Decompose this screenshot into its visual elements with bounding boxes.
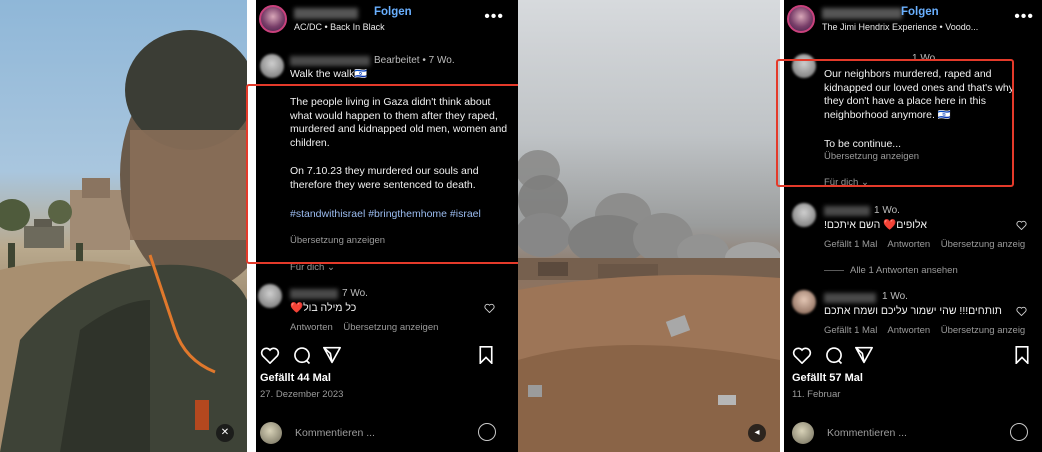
audio-track[interactable]: AC/DC • Back In Black xyxy=(294,22,474,32)
comment-text-1: אלופים❤️ השם איתכם! xyxy=(824,219,927,231)
smoke-explosion-photo: ◂ xyxy=(518,0,780,452)
commenter-name-redacted[interactable] xyxy=(290,289,338,299)
save-icon[interactable] xyxy=(1014,346,1030,364)
share-icon[interactable] xyxy=(854,346,874,364)
own-avatar xyxy=(260,422,282,444)
reply-link-2[interactable]: Antworten xyxy=(887,325,930,336)
soldier-selfie-photo: ✕ xyxy=(0,0,247,452)
comment-icon[interactable] xyxy=(824,346,844,366)
comment-translate-link[interactable]: Übersetzung anzeigen xyxy=(343,322,438,333)
replies-divider xyxy=(824,270,844,271)
save-icon[interactable] xyxy=(478,346,494,364)
comment-like-icon[interactable] xyxy=(484,303,495,313)
commenter-avatar-1[interactable] xyxy=(792,203,816,227)
view-replies-link[interactable]: Alle 1 Antworten ansehen xyxy=(850,265,958,276)
username-redacted[interactable] xyxy=(822,8,902,19)
comment-input[interactable]: Kommentieren ... xyxy=(827,427,907,439)
post-header: Folgen The Jimi Hendrix Experience • Voo… xyxy=(784,0,1042,40)
emoji-icon[interactable] xyxy=(1010,423,1028,441)
comment-actions-2: Gefällt 1 Mal Antworten Übersetzung anze… xyxy=(824,325,1025,336)
follow-button[interactable]: Folgen xyxy=(901,6,939,18)
comment-like-icon-2[interactable] xyxy=(1016,306,1027,316)
own-avatar xyxy=(792,422,814,444)
comment-age: 7 Wo. xyxy=(342,288,368,299)
like-icon[interactable] xyxy=(792,346,812,364)
action-icons xyxy=(792,346,1032,366)
comment-age-1: 1 Wo. xyxy=(874,205,900,216)
comment-actions: Antworten Übersetzung anzeigen xyxy=(290,322,438,333)
like-icon[interactable] xyxy=(260,346,280,364)
comment-translate-link-2[interactable]: Übersetzung anzeig xyxy=(941,325,1026,336)
soldier-selfie-illustration xyxy=(0,30,247,452)
comment-text-2: תותחים!!! שהי ישמור עליכם ושמח אתכם xyxy=(824,305,1002,317)
audio-track[interactable]: The Jimi Hendrix Experience • Voodo... xyxy=(822,22,1012,32)
smoke-illustration xyxy=(518,150,780,452)
commenter-name-redacted-1[interactable] xyxy=(824,206,870,216)
comment-like-icon-1[interactable] xyxy=(1016,220,1027,230)
highlight-box-right xyxy=(776,59,1014,187)
username-redacted[interactable] xyxy=(294,8,358,19)
caption-avatar[interactable] xyxy=(260,54,284,78)
commenter-avatar[interactable] xyxy=(258,284,282,308)
comment-actions-1: Gefällt 1 Mal Antworten Übersetzung anze… xyxy=(824,239,1025,250)
commenter-name-redacted-2[interactable] xyxy=(824,293,876,303)
commenter-avatar-2[interactable] xyxy=(792,290,816,314)
profile-avatar[interactable] xyxy=(787,5,815,33)
mute-icon[interactable]: ◂ xyxy=(748,424,766,442)
caption-meta: Bearbeitet • 7 Wo. xyxy=(374,55,455,66)
action-icons xyxy=(260,346,500,366)
comment-icon[interactable] xyxy=(292,346,312,366)
profile-avatar[interactable] xyxy=(259,5,287,33)
caption-username-redacted[interactable] xyxy=(290,56,370,66)
post-date: 27. Dezember 2023 xyxy=(260,389,344,400)
comment-age-2: 1 Wo. xyxy=(882,291,908,302)
reply-link[interactable]: Antworten xyxy=(290,322,333,333)
comment-text: כל מילה בול❤️ xyxy=(290,302,357,314)
more-options-icon[interactable]: ••• xyxy=(1014,8,1034,26)
emoji-icon[interactable] xyxy=(478,423,496,441)
comment-translate-link-1[interactable]: Übersetzung anzeig xyxy=(941,239,1026,250)
more-options-icon[interactable]: ••• xyxy=(484,8,504,26)
comment-input[interactable]: Kommentieren ... xyxy=(295,427,375,439)
comment-bar: Kommentieren ... xyxy=(260,421,500,444)
comment-likes-1[interactable]: Gefällt 1 Mal xyxy=(824,239,877,250)
share-icon[interactable] xyxy=(322,346,342,364)
reply-link-1[interactable]: Antworten xyxy=(887,239,930,250)
post-date: 11. Februar xyxy=(792,389,841,400)
highlight-box-left xyxy=(246,84,521,264)
caption-first-line: Walk the walk🇮🇱 xyxy=(290,68,368,80)
mute-icon[interactable]: ✕ xyxy=(216,424,234,442)
follow-button[interactable]: Folgen xyxy=(374,6,412,18)
post-header: Folgen AC/DC • Back In Black ••• xyxy=(256,0,518,40)
like-count[interactable]: Gefällt 57 Mal xyxy=(792,372,863,384)
comment-bar: Kommentieren ... xyxy=(792,421,1032,444)
like-count[interactable]: Gefällt 44 Mal xyxy=(260,372,331,384)
comment-likes-2[interactable]: Gefällt 1 Mal xyxy=(824,325,877,336)
